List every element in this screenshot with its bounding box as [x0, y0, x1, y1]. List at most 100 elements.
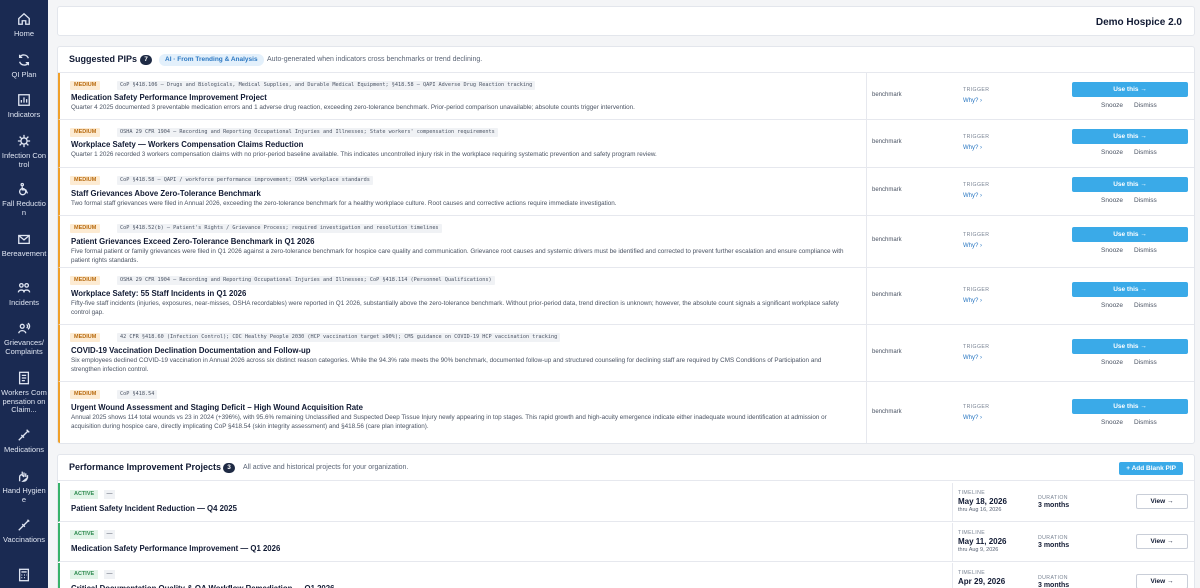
timeline-end-date: thru Aug 9, 2026: [958, 547, 999, 553]
mail-heart-icon: [18, 234, 30, 245]
column-divider: [866, 382, 867, 443]
trigger-label: TRIGGER: [963, 87, 990, 93]
why-link[interactable]: Why? ›: [963, 355, 982, 361]
snooze-button[interactable]: Snooze: [1101, 102, 1123, 109]
sidebar-item-indicators[interactable]: Indicators: [0, 93, 48, 120]
use-this-button[interactable]: Use this →: [1072, 282, 1188, 297]
sidebar-item-workers-compensation[interactable]: Workers Compensation on Claim...: [0, 371, 48, 415]
needle-icon: [18, 519, 30, 531]
snooze-button[interactable]: Snooze: [1101, 197, 1123, 204]
sidebar-item-label: Fall Reduction: [2, 199, 46, 217]
use-this-button[interactable]: Use this →: [1072, 227, 1188, 242]
trigger-label: TRIGGER: [963, 344, 990, 350]
sidebar-item-incidents[interactable]: Incidents: [0, 281, 48, 308]
project-row[interactable]: ACTIVE — Medication Safety Performance Imp…: [58, 523, 1194, 562]
dismiss-button[interactable]: Dismiss: [1134, 419, 1157, 426]
sidebar-item-more[interactable]: [0, 568, 48, 582]
sidebar-item-label: Medications: [3, 445, 45, 454]
pip-description: Fifty-five staff incidents (injuries, ex…: [71, 300, 839, 316]
pip-title: Urgent Wound Assessment and Staging Defi…: [71, 403, 363, 412]
column-divider: [952, 563, 953, 588]
project-row[interactable]: ACTIVE — Critical Documentation Quality & …: [58, 563, 1194, 588]
dismiss-button[interactable]: Dismiss: [1134, 359, 1157, 366]
dismiss-button[interactable]: Dismiss: [1134, 302, 1157, 309]
why-link[interactable]: Why? ›: [963, 415, 982, 421]
severity-badge: MEDIUM: [70, 276, 101, 285]
use-this-button[interactable]: Use this →: [1072, 177, 1188, 192]
trigger-label: TRIGGER: [963, 404, 990, 410]
pip-description: Quarter 1 2026 recorded 3 workers compen…: [71, 151, 657, 158]
suggested-pip-row: MEDIUM CoP §418.54 Urgent Wound Assessment…: [58, 382, 1194, 443]
project-tag: —: [104, 490, 115, 499]
sidebar-item-vaccinations[interactable]: Vaccinations: [0, 518, 48, 545]
dismiss-button[interactable]: Dismiss: [1134, 197, 1157, 204]
home-icon: [18, 12, 30, 25]
wheelchair-icon: [18, 182, 29, 196]
dismiss-button[interactable]: Dismiss: [1134, 149, 1157, 156]
hand-wash-icon: [18, 471, 29, 482]
dismiss-button[interactable]: Dismiss: [1134, 102, 1157, 109]
severity-badge: MEDIUM: [70, 390, 101, 399]
use-this-button[interactable]: Use this →: [1072, 399, 1188, 414]
project-title: Patient Safety Incident Reduction — Q4 2…: [71, 504, 237, 513]
sidebar-item-home[interactable]: Home: [0, 12, 48, 39]
suggested-pip-row: MEDIUM CoP §418.52(b) — Patient's Rights …: [58, 216, 1194, 268]
refresh-icon: [18, 54, 30, 66]
why-link[interactable]: Why? ›: [963, 193, 982, 199]
why-link[interactable]: Why? ›: [963, 98, 982, 104]
timeline-start-date: May 11, 2026: [958, 537, 1007, 546]
snooze-button[interactable]: Snooze: [1101, 419, 1123, 426]
suggested-pip-row: MEDIUM CoP §418.106 — Drugs and Biologica…: [58, 73, 1194, 120]
view-project-button[interactable]: View →: [1136, 534, 1188, 549]
suggested-pip-row: MEDIUM 42 CFR §418.60 (Infection Control)…: [58, 325, 1194, 382]
snooze-button[interactable]: Snooze: [1101, 359, 1123, 366]
top-bar: Demo Hospice 2.0: [57, 6, 1195, 36]
project-row[interactable]: ACTIVE — Patient Safety Incident Reduction…: [58, 483, 1194, 522]
trigger-kind: benchmark: [872, 237, 902, 243]
sidebar-item-medications[interactable]: Medications: [0, 428, 48, 455]
citation-tag: OSHA 29 CFR 1904 — Recording and Reporti…: [117, 276, 495, 285]
why-link[interactable]: Why? ›: [963, 145, 982, 151]
sidebar-item-label: Workers Compensation on Claim...: [1, 388, 47, 414]
severity-badge: MEDIUM: [70, 128, 101, 137]
project-status-badge: ACTIVE: [70, 530, 99, 539]
trigger-label: TRIGGER: [963, 182, 990, 188]
why-link[interactable]: Why? ›: [963, 298, 982, 304]
duration-label: DURATION: [1038, 575, 1068, 581]
trigger-label: TRIGGER: [963, 134, 990, 140]
view-project-button[interactable]: View →: [1136, 494, 1188, 509]
duration-label: DURATION: [1038, 535, 1068, 541]
use-this-button[interactable]: Use this →: [1072, 129, 1188, 144]
sidebar-item-bereavement[interactable]: Bereavement: [0, 232, 48, 259]
timeline-label: TIMELINE: [958, 530, 986, 536]
sidebar-item-label: Bereavement: [1, 249, 47, 258]
column-divider: [866, 120, 867, 168]
snooze-button[interactable]: Snooze: [1101, 302, 1123, 309]
sidebar-item-infection-control[interactable]: Infection Control: [0, 134, 48, 169]
snooze-button[interactable]: Snooze: [1101, 247, 1123, 254]
snooze-button[interactable]: Snooze: [1101, 149, 1123, 156]
use-this-button[interactable]: Use this →: [1072, 339, 1188, 354]
sidebar-item-hand-hygiene[interactable]: Hand Hygiene: [0, 469, 48, 504]
why-link[interactable]: Why? ›: [963, 243, 982, 249]
dismiss-button[interactable]: Dismiss: [1134, 247, 1157, 254]
citation-tag: CoP §418.106 — Drugs and Biologicals, Me…: [117, 81, 536, 90]
citation-tag: CoP §418.52(b) — Patient's Rights / Grie…: [117, 224, 442, 233]
use-this-button[interactable]: Use this →: [1072, 82, 1188, 97]
pip-title: Patient Grievances Exceed Zero-Tolerance…: [71, 237, 315, 246]
duration-value: 3 months: [1038, 502, 1070, 509]
sidebar-item-label: Grievances/ Complaints: [3, 338, 45, 356]
trigger-label: TRIGGER: [963, 287, 990, 293]
project-title: Medication Safety Performance Improvemen…: [71, 544, 281, 553]
suggested-pips-panel: Suggested PIPs 7 AI · From Trending & An…: [57, 46, 1195, 444]
document-icon: [18, 371, 30, 385]
trigger-label: TRIGGER: [963, 232, 990, 238]
add-blank-pip-button[interactable]: + Add Blank PIP: [1119, 462, 1183, 475]
view-project-button[interactable]: View →: [1136, 574, 1188, 588]
sidebar-item-grievances-complaints[interactable]: Grievances/ Complaints: [0, 321, 48, 356]
sidebar-item-label: Incidents: [8, 298, 40, 307]
sidebar-item-fall-reduction[interactable]: Fall Reduction: [0, 182, 48, 217]
project-status-badge: ACTIVE: [70, 570, 99, 579]
sidebar-item-qi-plan[interactable]: QI Plan: [0, 53, 48, 80]
suggested-pips-description: Auto-generated when indicators cross ben…: [267, 56, 483, 63]
